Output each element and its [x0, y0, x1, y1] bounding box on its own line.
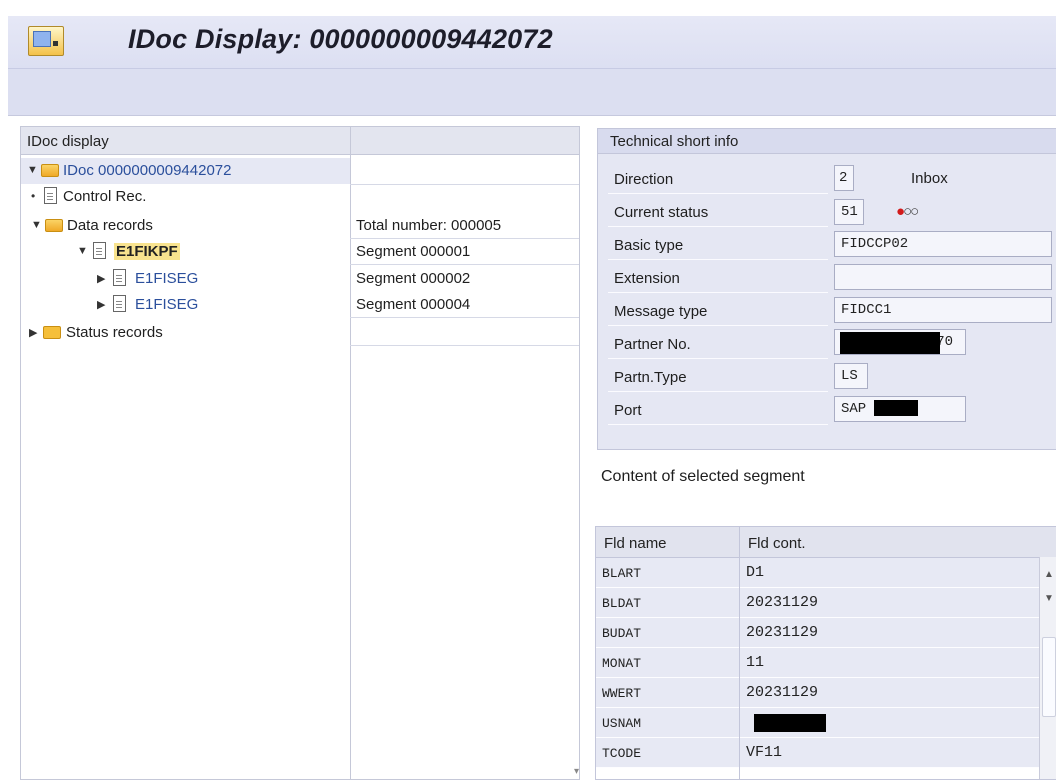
collapse-arrow-icon[interactable]: ▼ [77, 245, 88, 257]
scrollbar-thumb[interactable] [1042, 637, 1056, 717]
column-header-field-name[interactable]: Fld name [604, 535, 667, 552]
field-name-cell: BUDAT [602, 626, 642, 641]
document-icon [93, 242, 106, 259]
field-name-cell: TCODE [602, 746, 642, 761]
title-bar: IDoc Display: 0000000009442072 [8, 16, 1056, 69]
column-header-field-content[interactable]: Fld cont. [748, 535, 806, 552]
table-row[interactable]: BLART D1 [596, 558, 1039, 588]
direction-label: Direction [608, 164, 828, 194]
tree-header-label: IDoc display [27, 133, 109, 150]
direction-text: Inbox [911, 170, 948, 187]
collapse-arrow-icon[interactable]: ▼ [31, 219, 42, 231]
folder-icon [41, 164, 59, 177]
scroll-down-icon[interactable]: ▼ [1044, 593, 1054, 604]
tree-node-e1fikpf[interactable]: ▼ E1FIKPF Segment 000001 [21, 239, 579, 265]
sap-app-icon[interactable] [28, 26, 64, 56]
folder-icon [45, 219, 63, 232]
tree-node-info: Segment 000004 [356, 296, 471, 313]
field-content-cell[interactable]: 11 [746, 654, 764, 671]
collapse-arrow-icon[interactable]: ▼ [27, 164, 38, 176]
expand-arrow-icon[interactable]: ▶ [29, 326, 37, 339]
field-content-cell[interactable]: VF11 [746, 744, 782, 761]
expand-arrow-icon[interactable]: ▶ [97, 298, 105, 311]
segment-content-title: Content of selected segment [601, 468, 805, 485]
table-row[interactable]: TCODE VF11 [596, 738, 1039, 768]
technical-info-header: Technical short info [598, 129, 1056, 154]
document-icon [113, 295, 126, 312]
document-icon [113, 269, 126, 286]
tree-node-idoc[interactable]: ▼ IDoc 0000000009442072 [21, 158, 579, 184]
field-content-cell[interactable]: D1 [746, 564, 764, 581]
document-icon [44, 187, 57, 204]
tree-node-info: Segment 000002 [356, 270, 471, 287]
table-header: Fld name Fld cont. [596, 527, 1056, 558]
field-name-cell: MONAT [602, 656, 642, 671]
table-row[interactable]: USNAM [596, 708, 1039, 738]
tree-header: IDoc display [21, 127, 579, 155]
field-content-cell[interactable]: 20231129 [746, 624, 818, 641]
current-status-label: Current status [608, 197, 828, 227]
tree-node-info: Total number: 000005 [356, 217, 502, 234]
field-name-cell: USNAM [602, 716, 642, 731]
table-row[interactable]: MONAT 11 [596, 648, 1039, 678]
tree-node-e1fiseg[interactable]: ▶ E1FISEG Segment 000004 [21, 292, 579, 318]
technical-info-title: Technical short info [610, 133, 739, 150]
current-status-field[interactable]: 51 [834, 199, 864, 225]
tree-node-label[interactable]: E1FISEG [135, 296, 198, 313]
table-row[interactable]: BLDAT 20231129 [596, 588, 1039, 618]
technical-short-info-group: Technical short info Direction 2 Inbox C… [597, 128, 1056, 450]
expand-arrow-icon[interactable]: ▶ [97, 272, 105, 285]
tree-node-status-records[interactable]: ▶ Status records [21, 320, 579, 346]
field-name-cell: BLART [602, 566, 642, 581]
partner-no-label: Partner No. [608, 329, 828, 359]
tree-node-control-rec[interactable]: • Control Rec. [21, 184, 579, 210]
folder-icon [43, 326, 61, 339]
segment-field-table: Fld name Fld cont. BLART D1 BLDAT 202311… [595, 526, 1056, 780]
extension-label: Extension [608, 263, 828, 293]
table-row[interactable]: WWERT 20231129 [596, 678, 1039, 708]
vertical-scrollbar[interactable]: ▲ ▼ [1039, 557, 1056, 779]
tree-node-label[interactable]: Status records [66, 324, 163, 341]
tree-node-label[interactable]: Data records [67, 217, 153, 234]
field-name-cell: BLDAT [602, 596, 642, 611]
direction-field[interactable]: 2 [834, 165, 854, 191]
tree-node-label[interactable]: E1FISEG [135, 270, 198, 287]
table-column-divider[interactable] [739, 527, 740, 779]
field-content-cell[interactable]: 20231129 [746, 684, 818, 701]
tree-node-label[interactable]: E1FIKPF [114, 243, 180, 260]
port-label: Port [608, 395, 828, 425]
leaf-bullet-icon: • [31, 189, 36, 203]
tree-node-e1fiseg[interactable]: ▶ E1FISEG Segment 000002 [21, 266, 579, 292]
idoc-tree-panel: IDoc display ▼ IDoc 0000000009442072 • C… [20, 126, 580, 780]
redaction-block [874, 400, 918, 416]
tree-node-data-records[interactable]: ▼ Data records Total number: 000005 [21, 213, 579, 239]
application-toolbar [8, 69, 1056, 116]
table-row[interactable]: BUDAT 20231129 [596, 618, 1039, 648]
redaction-block [754, 714, 826, 732]
basic-type-field[interactable]: FIDCCP02 [834, 231, 1052, 257]
field-name-cell: WWERT [602, 686, 642, 701]
message-type-label: Message type [608, 296, 828, 326]
tree-node-info: Segment 000001 [356, 243, 471, 260]
redaction-block [840, 332, 940, 354]
splitter-handle-icon[interactable]: ▾ [574, 766, 579, 777]
tree-node-label[interactable]: IDoc 0000000009442072 [63, 162, 232, 179]
tree-node-label[interactable]: Control Rec. [63, 188, 146, 205]
partner-type-field[interactable]: LS [834, 363, 868, 389]
window-title: IDoc Display: 0000000009442072 [128, 24, 553, 54]
extension-field[interactable] [834, 264, 1052, 290]
field-content-cell[interactable]: 20231129 [746, 594, 818, 611]
basic-type-label: Basic type [608, 230, 828, 260]
partner-type-label: Partn.Type [608, 362, 828, 392]
status-lights-icon: ●○○ [896, 203, 919, 220]
message-type-field[interactable]: FIDCC1 [834, 297, 1052, 323]
scroll-up-icon[interactable]: ▲ [1044, 569, 1054, 580]
